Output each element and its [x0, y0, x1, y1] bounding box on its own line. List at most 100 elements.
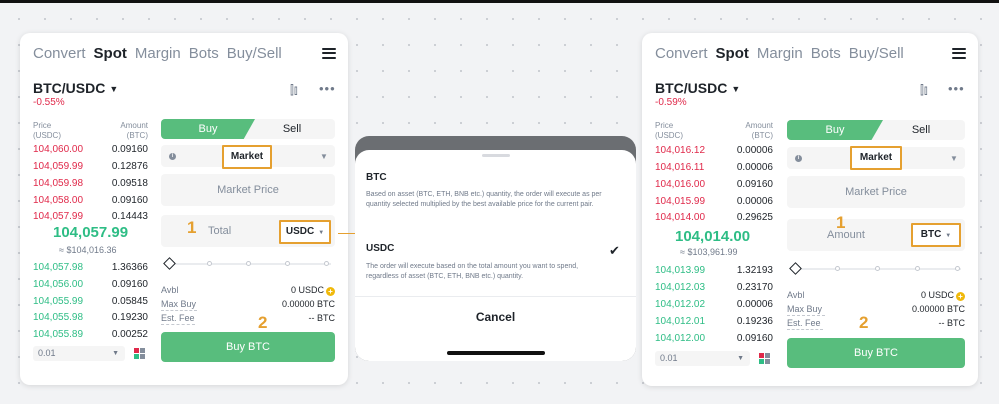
caret-down-icon: ▼ — [731, 84, 741, 94]
option-btc-title[interactable]: BTC — [366, 172, 387, 183]
slider-handle[interactable] — [789, 262, 802, 275]
caret-down-icon: ▼ — [950, 154, 958, 163]
add-funds-icon[interactable]: + — [956, 292, 965, 301]
est-fee-value: -- BTC — [938, 318, 966, 328]
buy-toggle[interactable]: Buy — [787, 120, 883, 140]
order-type-highlight[interactable]: Market — [222, 145, 272, 169]
right-trade-panel: Convert Spot Margin Bots Buy/Sell BTC/US… — [642, 33, 978, 386]
ask-amount: 0.00006 — [736, 196, 773, 207]
mid-price-usd: ≈ $104,016.36 — [59, 245, 117, 255]
tab-buy-sell[interactable]: Buy/Sell — [227, 45, 282, 62]
max-buy-value: 0.00000 BTC — [281, 299, 335, 309]
more-icon[interactable]: ••• — [948, 81, 965, 96]
pair-selector[interactable]: BTC/USDC ▼ — [655, 80, 740, 96]
max-buy-value: 0.00000 BTC — [911, 304, 965, 314]
tab-bots[interactable]: Bots — [811, 45, 841, 62]
ask-price: 104,016.00 — [655, 179, 706, 190]
ask-price: 104,058.00 — [33, 195, 84, 206]
caret-down-icon: ▼ — [737, 355, 744, 362]
order-type-highlight[interactable]: Market — [850, 146, 902, 170]
sell-toggle[interactable]: Sell — [249, 119, 335, 139]
sheet-grabber[interactable] — [482, 154, 510, 157]
ask-price: 104,016.11 — [655, 162, 705, 173]
slider-step-dot[interactable] — [915, 266, 920, 271]
bid-amount: 0.05845 — [111, 296, 148, 307]
info-icon[interactable]: i — [169, 153, 176, 160]
pair-selector[interactable]: BTC/USDC ▼ — [33, 80, 118, 96]
tab-spot[interactable]: Spot — [94, 45, 127, 62]
bid-price: 104,012.02 — [655, 299, 706, 310]
precision-value: 0.01 — [38, 348, 56, 358]
step-2-marker: 2 — [258, 313, 268, 332]
left-trade-panel: Convert Spot Margin Bots Buy/Sell BTC/US… — [20, 33, 348, 385]
bid-amount: 0.00252 — [111, 329, 148, 340]
tab-margin[interactable]: Margin — [757, 45, 803, 62]
tab-spot[interactable]: Spot — [716, 45, 749, 62]
unit-selector[interactable]: BTC ▼ — [911, 223, 961, 247]
ask-amount: 0.09160 — [736, 179, 773, 190]
mid-price-usd: ≈ $103,961.99 — [680, 247, 738, 257]
slider-step-dot[interactable] — [246, 261, 251, 266]
option-btc-description: Based on asset (BTC, ETH, BNB etc.) quan… — [366, 191, 602, 208]
slider-step-dot[interactable] — [324, 261, 329, 266]
step-2-marker: 2 — [859, 313, 869, 332]
tab-convert[interactable]: Convert — [655, 45, 708, 62]
candlestick-chart-icon[interactable]: ⫿⫾ — [290, 83, 298, 98]
slider-handle[interactable] — [163, 257, 176, 270]
bid-amount: 1.32193 — [736, 265, 773, 276]
buy-btc-button[interactable]: Buy BTC — [161, 332, 335, 362]
home-indicator — [447, 351, 545, 355]
candlestick-chart-icon[interactable]: ⫿⫾ — [920, 83, 928, 98]
header-price: Price (USDC) — [655, 121, 683, 140]
info-icon[interactable]: i — [795, 155, 802, 162]
mid-price: 104,014.00 — [675, 228, 751, 245]
ask-amount: 0.09160 — [111, 144, 148, 155]
add-funds-icon[interactable]: + — [326, 287, 335, 296]
trade-tabs: Convert Spot Margin Bots Buy/Sell — [33, 43, 336, 63]
hamburger-menu-icon[interactable] — [952, 47, 966, 59]
bid-amount: 1.36366 — [111, 262, 148, 273]
amount-slider[interactable] — [171, 263, 331, 265]
sell-toggle[interactable]: Sell — [877, 120, 965, 140]
est-fee-label: Est. Fee — [787, 318, 821, 328]
slider-step-dot[interactable] — [207, 261, 212, 266]
tab-buy-sell[interactable]: Buy/Sell — [849, 45, 904, 62]
bid-price: 104,012.00 — [655, 333, 706, 344]
buy-toggle[interactable]: Buy — [161, 119, 255, 139]
trade-tabs: Convert Spot Margin Bots Buy/Sell — [655, 43, 966, 63]
option-usdc-title[interactable]: USDC — [366, 243, 394, 254]
precision-value: 0.01 — [660, 353, 678, 363]
precision-select[interactable]: 0.01 ▼ — [33, 346, 125, 361]
step-1-marker: 1 — [836, 213, 846, 232]
ask-amount: 0.09160 — [111, 195, 148, 206]
slider-step-dot[interactable] — [955, 266, 960, 271]
buy-btc-button[interactable]: Buy BTC — [787, 338, 965, 368]
ask-amount: 0.09518 — [111, 178, 148, 189]
more-icon[interactable]: ••• — [319, 81, 336, 96]
precision-select[interactable]: 0.01 ▼ — [655, 351, 750, 366]
bid-amount: 0.23170 — [736, 282, 773, 293]
depth-view-icon[interactable] — [134, 348, 145, 359]
bid-price: 104,012.03 — [655, 282, 706, 293]
bid-amount: 0.09160 — [736, 333, 773, 344]
price-change: -0.55% — [33, 97, 65, 108]
cancel-button[interactable]: Cancel — [355, 310, 636, 324]
ask-price: 104,014.00 — [655, 212, 706, 223]
unit-selector[interactable]: USDC ▼ — [279, 220, 331, 244]
market-price-field: Market Price — [161, 174, 335, 206]
tab-convert[interactable]: Convert — [33, 45, 86, 62]
hamburger-menu-icon[interactable] — [322, 47, 336, 59]
tab-margin[interactable]: Margin — [135, 45, 181, 62]
slider-step-dot[interactable] — [875, 266, 880, 271]
tab-bots[interactable]: Bots — [189, 45, 219, 62]
unit-label: USDC — [285, 226, 315, 237]
bid-amount: 0.19230 — [111, 312, 148, 323]
depth-view-icon[interactable] — [759, 353, 770, 364]
buy-sell-toggle: Buy Sell — [787, 120, 965, 140]
avbl-label: Avbl — [161, 285, 179, 295]
slider-step-dot[interactable] — [835, 266, 840, 271]
slider-step-dot[interactable] — [285, 261, 290, 266]
mid-price: 104,057.99 — [53, 224, 129, 241]
divider — [787, 315, 825, 316]
bid-price: 104,057.98 — [33, 262, 84, 273]
